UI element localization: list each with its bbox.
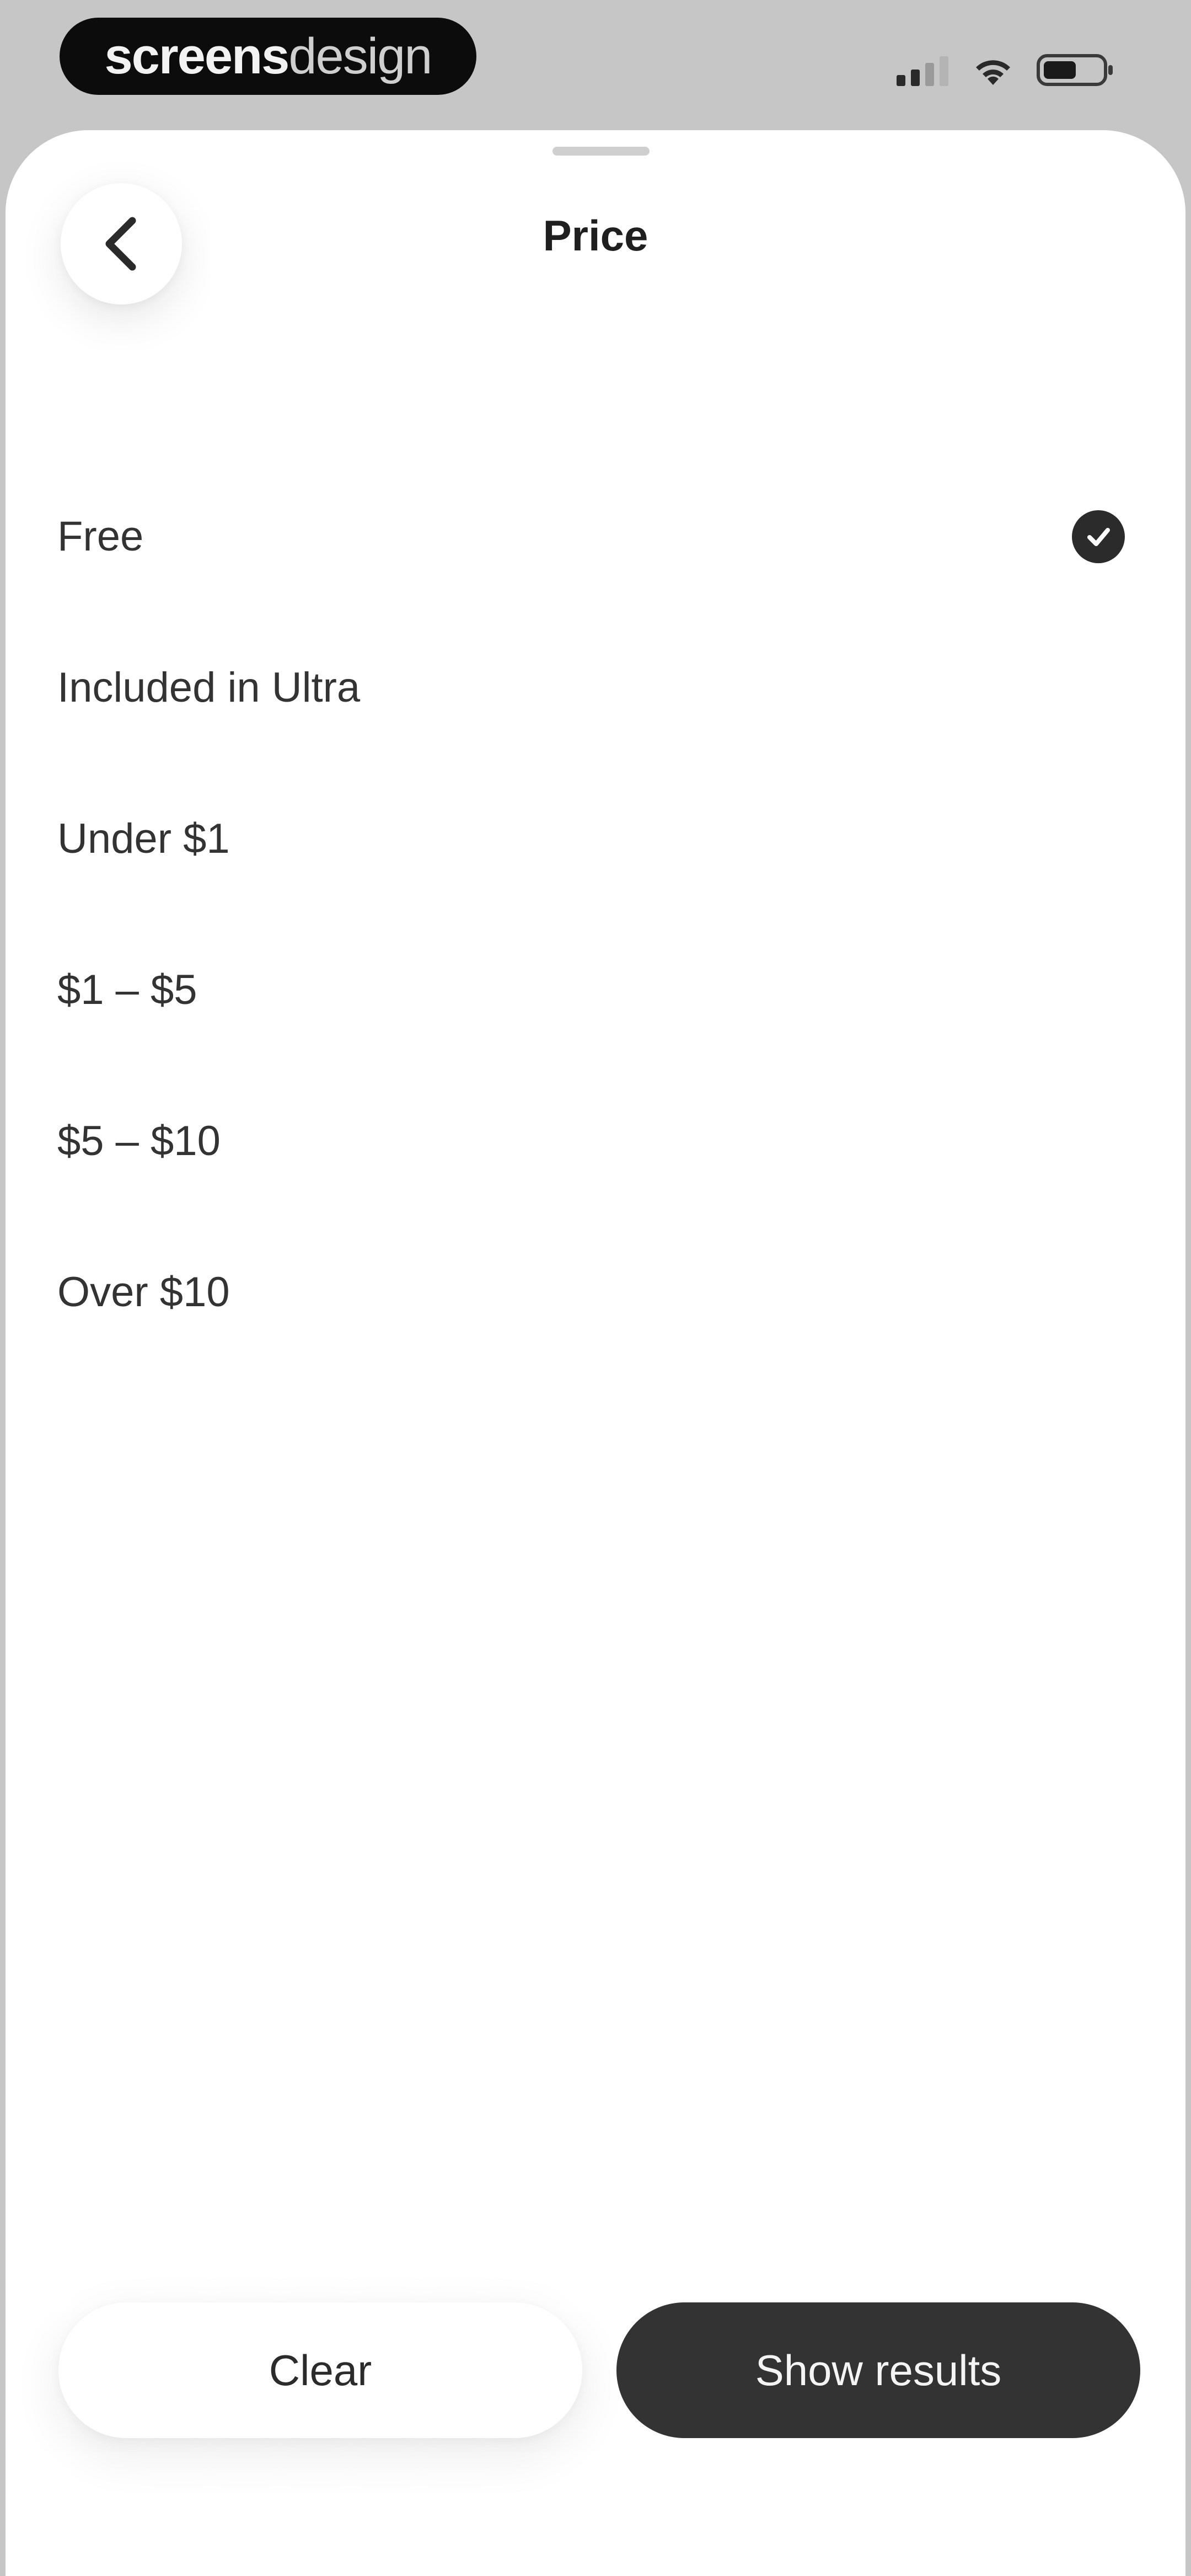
sheet-footer: Clear Show results [6, 2302, 1185, 2446]
page-title: Price [543, 211, 648, 260]
option-label: $1 – $5 [57, 966, 197, 1013]
battery-icon [1037, 54, 1113, 86]
sheet-grabber[interactable] [552, 147, 650, 156]
price-filter-screen: screens design Price Free Included in Ul… [0, 0, 1191, 2576]
brand-logo: screens design [60, 18, 476, 95]
price-options-list: Free Included in Ultra Under $1 $1 – $5 … [6, 461, 1185, 1368]
option-1-to-5[interactable]: $1 – $5 [6, 915, 1185, 1066]
brand-logo-light: design [288, 28, 432, 84]
wifi-icon [976, 60, 1010, 85]
option-included-in-ultra[interactable]: Included in Ultra [6, 612, 1185, 763]
option-free[interactable]: Free [6, 461, 1185, 612]
price-sheet: Price Free Included in Ultra Under $1 $1… [6, 130, 1185, 2576]
chevron-left-icon [105, 217, 136, 271]
checkmark-icon [1072, 510, 1125, 563]
option-5-to-10[interactable]: $5 – $10 [6, 1066, 1185, 1217]
status-icons [893, 51, 1114, 89]
option-label: Included in Ultra [57, 664, 361, 711]
option-label: Free [57, 513, 144, 560]
option-label: $5 – $10 [57, 1118, 221, 1164]
status-bar: screens design [0, 0, 1191, 132]
option-label: Over $10 [57, 1269, 230, 1316]
show-results-button[interactable]: Show results [616, 2302, 1140, 2438]
signal-icon [897, 56, 948, 86]
option-over-10[interactable]: Over $10 [6, 1217, 1185, 1368]
brand-logo-bold: screens [104, 28, 290, 84]
option-label: Under $1 [57, 815, 230, 862]
option-under-1[interactable]: Under $1 [6, 763, 1185, 915]
back-button[interactable] [61, 183, 182, 304]
clear-button[interactable]: Clear [58, 2302, 582, 2438]
